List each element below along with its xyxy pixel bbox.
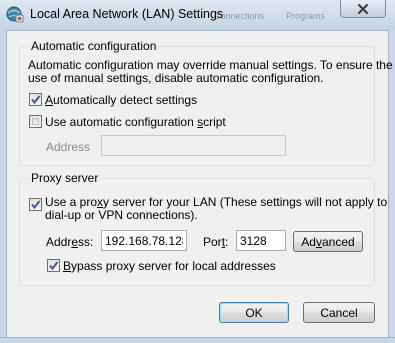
proxy-address-field[interactable] bbox=[101, 230, 187, 251]
cancel-button[interactable]: Cancel bbox=[303, 302, 375, 323]
bypass-local-checkbox[interactable] bbox=[47, 259, 60, 272]
auto-detect-checkbox[interactable] bbox=[29, 93, 42, 106]
proxy-port-label: Port: bbox=[203, 235, 229, 249]
close-button[interactable] bbox=[340, 0, 386, 18]
group-label: Proxy server bbox=[28, 171, 102, 185]
window-frame-left bbox=[0, 30, 7, 343]
use-proxy-label-line2[interactable]: dial-up or VPN connections). bbox=[45, 208, 198, 222]
auto-config-script-checkbox[interactable] bbox=[29, 115, 42, 128]
ok-button[interactable]: OK bbox=[219, 302, 289, 323]
window-frame-bottom bbox=[0, 337, 395, 343]
background-window-text: Programs bbox=[286, 11, 326, 21]
checkmark-icon bbox=[49, 261, 59, 271]
script-address-label: Address bbox=[46, 140, 91, 154]
checkmark-icon bbox=[31, 200, 41, 210]
proxy-address-label: Address: bbox=[46, 235, 94, 249]
title-bar: Connections Programs Local Area Network … bbox=[0, 0, 395, 31]
use-proxy-label[interactable]: Use a proxy server for your LAN (These s… bbox=[45, 195, 387, 209]
auto-detect-label[interactable]: Automatically detect settings bbox=[45, 93, 197, 107]
window-title: Local Area Network (LAN) Settings bbox=[30, 7, 224, 21]
proxy-port-field[interactable] bbox=[236, 230, 286, 251]
auto-config-script-label[interactable]: Use automatic configuration script bbox=[45, 115, 226, 129]
window-frame-right bbox=[388, 30, 395, 343]
script-address-field[interactable] bbox=[101, 135, 286, 156]
auto-config-description-line2: use of manual settings, disable automati… bbox=[28, 71, 324, 85]
auto-config-description-line1: Automatic configuration may override man… bbox=[28, 58, 393, 72]
close-icon bbox=[358, 3, 368, 14]
group-label: Automatic configuration bbox=[28, 39, 160, 53]
bypass-local-label[interactable]: Bypass proxy server for local addresses bbox=[63, 259, 276, 273]
network-settings-icon bbox=[6, 5, 24, 23]
use-proxy-checkbox[interactable] bbox=[29, 198, 42, 211]
checkmark-icon bbox=[31, 95, 41, 105]
advanced-button[interactable]: Advanced bbox=[293, 231, 363, 252]
